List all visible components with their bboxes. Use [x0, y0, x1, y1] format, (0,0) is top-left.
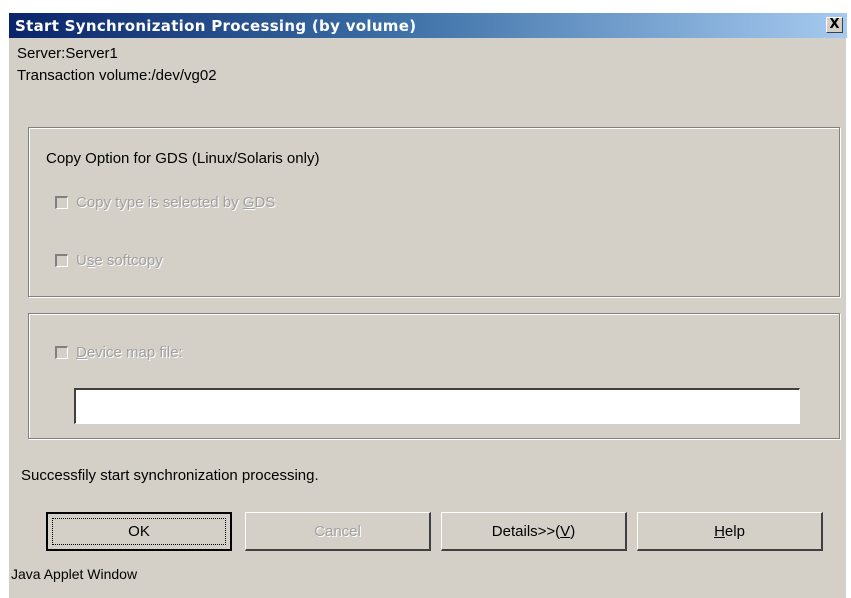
device-map-file-label: Device map file: [76, 344, 183, 361]
help-button-label: Help [714, 522, 745, 540]
copy-option-group: Copy Option for GDS (Linux/Solaris only)… [28, 127, 840, 297]
transaction-volume-label: Transaction volume:/dev/vg02 [17, 67, 217, 84]
copy-type-gds-label: Copy type is selected by GDS [76, 194, 276, 211]
java-applet-window-label: Java Applet Window [11, 566, 138, 582]
use-softcopy-label: Use softcopy [76, 252, 163, 269]
device-map-group: Device map file: [28, 313, 840, 439]
server-label: Server:Server1 [17, 45, 118, 62]
use-softcopy-checkbox-row[interactable]: Use softcopy [55, 252, 163, 269]
help-button[interactable]: Help [637, 512, 823, 551]
status-message: Successfily start synchronization proces… [21, 467, 319, 484]
close-button[interactable]: X [826, 17, 843, 33]
focus-rect [52, 518, 226, 545]
title-bar[interactable]: Start Synchronization Processing (by vol… [9, 13, 847, 38]
window-title: Start Synchronization Processing (by vol… [15, 17, 417, 35]
dialog-window: Start Synchronization Processing (by vol… [8, 13, 847, 598]
details-button[interactable]: Details>>(V) [441, 512, 627, 551]
ok-button[interactable]: OK [46, 512, 232, 551]
device-map-file-checkbox-row[interactable]: Device map file: [55, 344, 183, 361]
close-icon: X [829, 17, 840, 32]
details-button-label: Details>>(V) [491, 522, 576, 540]
use-softcopy-checkbox[interactable] [55, 254, 68, 267]
copy-type-gds-checkbox[interactable] [55, 196, 68, 209]
device-map-file-checkbox[interactable] [55, 346, 68, 359]
device-map-file-input[interactable] [74, 388, 800, 424]
cancel-button[interactable]: Cancel [245, 512, 431, 551]
copy-option-group-title: Copy Option for GDS (Linux/Solaris only) [46, 150, 320, 167]
copy-type-gds-checkbox-row[interactable]: Copy type is selected by GDS [55, 194, 275, 211]
cancel-button-label: Cancel [314, 522, 361, 540]
